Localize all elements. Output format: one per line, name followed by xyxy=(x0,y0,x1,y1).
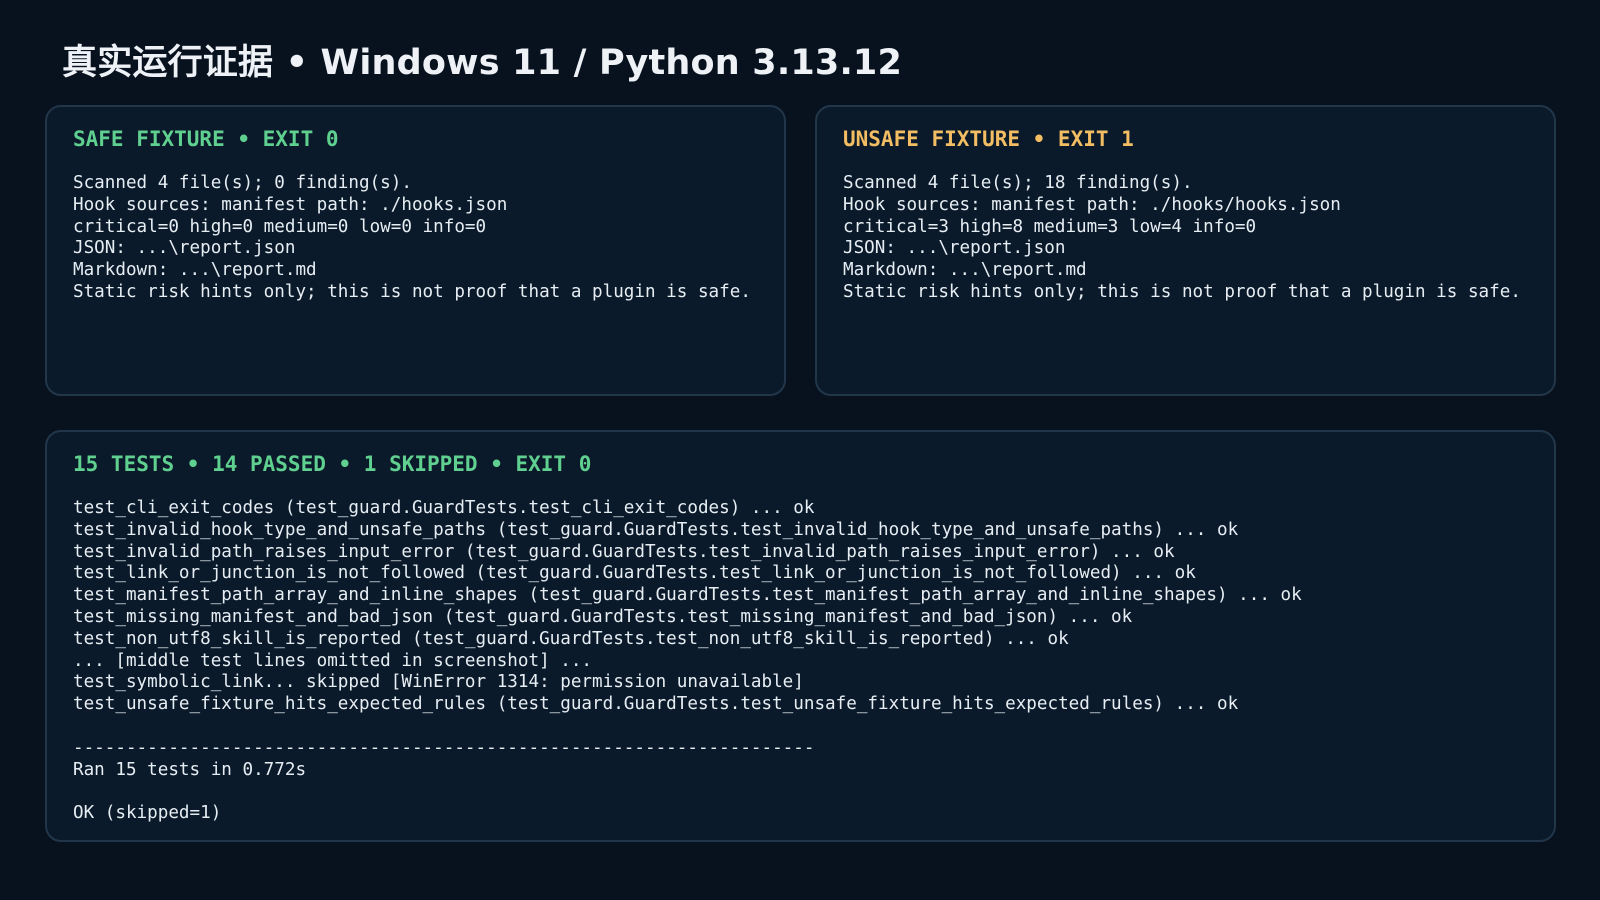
output-line: Markdown: ...\report.md xyxy=(73,260,317,281)
test-output-line: test_cli_exit_codes (test_guard.GuardTes… xyxy=(73,498,815,518)
test-output-line: ... [middle test lines omitted in screen… xyxy=(73,650,593,671)
output-line: critical=3 high=8 medium=3 low=4 info=0 xyxy=(843,216,1257,237)
unsafe-fixture-heading: UNSAFE FIXTURE • EXIT 1 xyxy=(843,127,1134,151)
page-title: 真实运行证据 • Windows 11 / Python 3.13.12 xyxy=(62,43,903,83)
test-results-panel: 15 TESTS • 14 PASSED • 1 SKIPPED • EXIT … xyxy=(45,430,1556,842)
test-output-line xyxy=(73,716,1302,738)
output-line: Markdown: ...\report.md xyxy=(843,260,1087,281)
test-output-line: test_unsafe_fixture_hits_expected_rules … xyxy=(73,694,1239,715)
test-output-line: OK (skipped=1) xyxy=(73,803,222,824)
test-output-line xyxy=(73,781,1302,803)
test-output-line: ----------------------------------------… xyxy=(73,737,815,758)
safe-fixture-output[interactable]: Scanned 4 file(s); 0 finding(s). Hook sou… xyxy=(73,173,751,304)
test-output-line: test_link_or_junction_is_not_followed (t… xyxy=(73,563,1196,584)
safe-fixture-panel: SAFE FIXTURE • EXIT 0 Scanned 4 file(s);… xyxy=(45,105,786,396)
output-line: Scanned 4 file(s); 18 finding(s). xyxy=(843,173,1193,193)
output-line: Hook sources: manifest path: ./hooks.jso… xyxy=(73,194,508,215)
test-output[interactable]: test_cli_exit_codes (test_guard.GuardTes… xyxy=(73,498,1302,825)
safe-fixture-heading: SAFE FIXTURE • EXIT 0 xyxy=(73,127,339,151)
test-summary-heading: 15 TESTS • 14 PASSED • 1 SKIPPED • EXIT … xyxy=(73,452,592,476)
test-output-line: test_invalid_hook_type_and_unsafe_paths … xyxy=(73,519,1239,540)
output-line: JSON: ...\report.json xyxy=(843,238,1066,259)
output-line: JSON: ...\report.json xyxy=(73,238,296,259)
test-output-line: test_manifest_path_array_and_inline_shap… xyxy=(73,585,1302,606)
output-line: Hook sources: manifest path: ./hooks/hoo… xyxy=(843,194,1341,215)
unsafe-fixture-output[interactable]: Scanned 4 file(s); 18 finding(s). Hook so… xyxy=(843,173,1521,304)
output-line: Static risk hints only; this is not proo… xyxy=(73,281,751,302)
output-line: critical=0 high=0 medium=0 low=0 info=0 xyxy=(73,216,487,237)
unsafe-fixture-panel: UNSAFE FIXTURE • EXIT 1 Scanned 4 file(s… xyxy=(815,105,1556,396)
test-output-line: test_symbolic_link... skipped [WinError … xyxy=(73,672,804,693)
test-output-line: test_non_utf8_skill_is_reported (test_gu… xyxy=(73,628,1069,649)
output-line: Static risk hints only; this is not proo… xyxy=(843,281,1521,302)
test-output-line: test_invalid_path_raises_input_error (te… xyxy=(73,541,1175,562)
output-line: Scanned 4 file(s); 0 finding(s). xyxy=(73,173,412,193)
test-output-line: test_missing_manifest_and_bad_json (test… xyxy=(73,606,1133,627)
test-output-line: Ran 15 tests in 0.772s xyxy=(73,759,307,780)
